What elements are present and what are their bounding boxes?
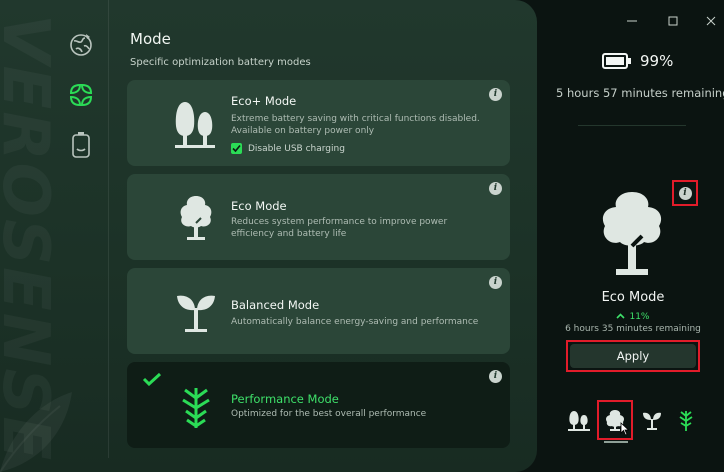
apply-button-highlight[interactable]: Apply bbox=[566, 340, 700, 372]
battery-remaining: 5 hours 57 minutes remaining bbox=[556, 86, 724, 100]
mode-card-performance[interactable]: Performance Mode Optimized for the best … bbox=[127, 362, 510, 448]
minimize-icon[interactable] bbox=[625, 14, 639, 28]
info-icon[interactable]: i bbox=[489, 182, 502, 195]
page-subtitle: Specific optimization battery modes bbox=[130, 57, 311, 68]
nav-leaf-icon[interactable] bbox=[66, 80, 96, 110]
branch-icon bbox=[182, 388, 210, 428]
mode-card-balanced[interactable]: Balanced Mode Automatically balance ener… bbox=[127, 268, 510, 354]
battery-status: 99% bbox=[602, 52, 673, 70]
cursor-icon bbox=[620, 422, 630, 436]
tray-eco[interactable] bbox=[597, 400, 633, 440]
modes-panel: VEROSENSE bbox=[0, 0, 537, 472]
close-icon[interactable] bbox=[704, 14, 718, 28]
mode-title: Eco+ Mode bbox=[231, 94, 297, 108]
checkbox-checked-icon[interactable] bbox=[231, 143, 242, 154]
arrow-up-icon bbox=[616, 313, 626, 319]
info-icon: i bbox=[678, 186, 692, 200]
tray-performance[interactable] bbox=[671, 400, 701, 440]
nav-divider bbox=[108, 0, 109, 458]
tray-balanced[interactable] bbox=[637, 400, 667, 440]
page-title: Mode bbox=[130, 30, 171, 48]
mode-description: Extreme battery saving with critical fun… bbox=[231, 114, 480, 136]
mode-card-eco-plus[interactable]: Eco+ Mode Extreme battery saving with cr… bbox=[127, 80, 510, 166]
tree-icon bbox=[180, 196, 212, 240]
branch-icon bbox=[679, 411, 693, 431]
mode-title: Balanced Mode bbox=[231, 298, 320, 312]
mode-title: Eco Mode bbox=[231, 199, 287, 213]
two-trees-icon bbox=[175, 102, 215, 148]
leaf-decoration-icon bbox=[0, 392, 72, 472]
maximize-icon[interactable] bbox=[666, 14, 680, 28]
preview-gain: 11% bbox=[560, 312, 706, 322]
info-icon[interactable]: i bbox=[489, 370, 502, 383]
mode-card-eco[interactable]: Eco Mode Reduces system performance to i… bbox=[127, 174, 510, 260]
tray-eco-plus[interactable] bbox=[562, 400, 596, 440]
mode-title: Performance Mode bbox=[231, 392, 339, 406]
nav-globe-icon[interactable] bbox=[66, 30, 96, 60]
battery-percent: 99% bbox=[640, 52, 674, 70]
sprout-icon bbox=[643, 412, 661, 430]
tree-icon bbox=[602, 192, 662, 275]
apply-button[interactable]: Apply bbox=[570, 344, 696, 368]
mode-description: Reduces system performance to improve po… bbox=[231, 217, 448, 239]
mode-description: Optimized for the best overall performan… bbox=[231, 409, 427, 419]
nav-battery-icon[interactable] bbox=[66, 130, 96, 160]
usb-charging-label: Disable USB charging bbox=[248, 143, 345, 154]
battery-icon bbox=[602, 53, 631, 69]
usb-charging-checkbox[interactable]: Disable USB charging bbox=[231, 143, 345, 154]
info-icon[interactable]: i bbox=[489, 276, 502, 289]
status-divider bbox=[578, 125, 686, 126]
preview-mode-name: Eco Mode bbox=[601, 290, 665, 305]
selected-check-icon bbox=[142, 372, 162, 386]
preview-remaining: 6 hours 35 minutes remaining bbox=[565, 324, 701, 334]
mode-description: Automatically balance energy-saving and … bbox=[231, 317, 479, 327]
two-trees-icon bbox=[568, 411, 590, 431]
sprout-icon bbox=[177, 295, 215, 332]
info-icon[interactable]: i bbox=[489, 88, 502, 101]
tray-selected-indicator bbox=[604, 441, 628, 443]
app-window: VEROSENSE bbox=[0, 0, 724, 472]
preview-gain-value: 11% bbox=[629, 312, 650, 322]
